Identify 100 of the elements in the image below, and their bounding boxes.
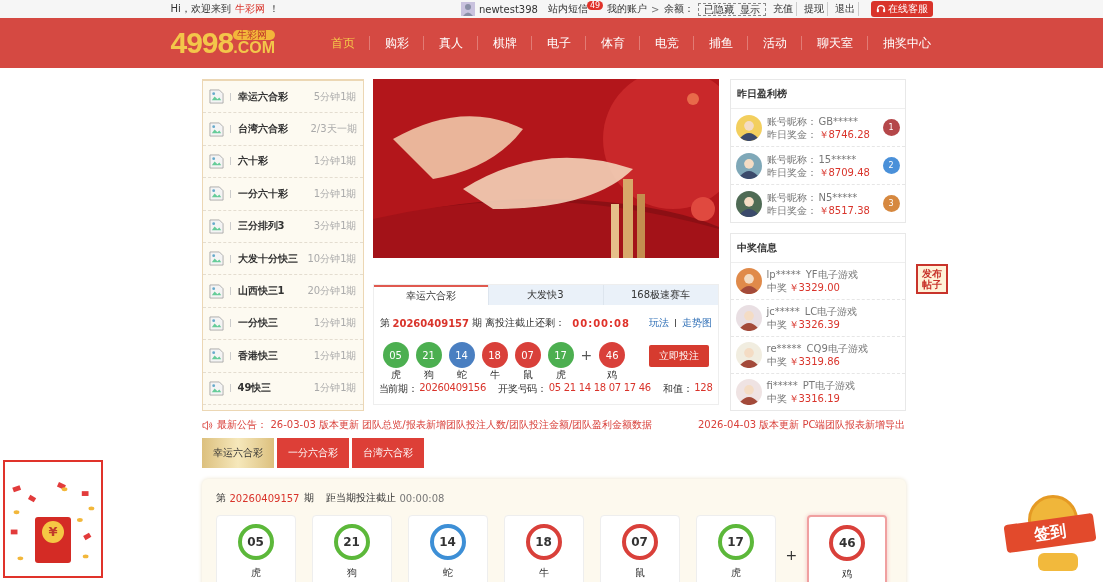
prize-label: 昨日奖金：	[766, 166, 817, 178]
nickname-label: 账号昵称：	[766, 191, 817, 203]
lottery-name[interactable]: 一分六十彩	[237, 186, 314, 201]
lottery-name[interactable]: 49快三	[237, 381, 314, 396]
lottery-tab[interactable]: 大发快3	[487, 285, 603, 305]
lottery-ball: 05	[382, 342, 409, 368]
lottery-ball: 17	[547, 342, 574, 368]
headset-icon	[875, 4, 886, 14]
bet-now-button[interactable]: 立即投注	[648, 345, 709, 367]
account-action-link[interactable]: 提现	[800, 2, 828, 16]
lottery-period: 10分钟1期	[307, 251, 357, 266]
avatar-icon	[735, 305, 762, 331]
lottery-name[interactable]: 大发十分快三	[237, 251, 308, 266]
sum-value: 128	[694, 382, 713, 395]
broken-image-icon	[208, 283, 224, 299]
nav-item[interactable]: 电子	[544, 34, 573, 52]
account-action-link[interactable]: 充值	[769, 2, 797, 16]
broken-image-icon	[208, 121, 224, 137]
rank-badge: 1	[882, 119, 900, 136]
issue-number: 20260409157	[392, 317, 470, 329]
online-service-button[interactable]: 在线客服	[870, 1, 933, 17]
message-count-badge: 49	[586, 0, 604, 10]
nav-item[interactable]: 抽奖中心	[880, 34, 933, 52]
zodiac-label: 狗	[423, 369, 434, 380]
nav-item[interactable]: 棋牌	[490, 34, 519, 52]
issue-suffix: 期	[303, 491, 314, 505]
zodiac-label: 虎	[730, 566, 741, 580]
nav-item[interactable]: 真人	[436, 34, 465, 52]
notice-text[interactable]: 26-03-03 版本更新 团队总览/报表新增团队投注人数/团队投注金额/团队盈利金额数据	[270, 418, 653, 432]
nav-item[interactable]: 捕鱼	[706, 34, 735, 52]
winner-name: fi*****	[766, 380, 798, 391]
countdown: 00:00:08	[399, 492, 445, 504]
lottery-ball: 14	[448, 342, 475, 368]
lottery-ball: 18	[525, 524, 562, 560]
win-label: 中奖	[766, 282, 787, 293]
notice-text[interactable]: 2026-04-03 版本更新 PC端团队报表新增导出	[698, 418, 906, 432]
envelope-widget[interactable]: ¥	[3, 460, 103, 578]
lottery-ball: 17	[717, 524, 754, 560]
lottery-name[interactable]: 一分快三	[237, 316, 314, 331]
broken-image-icon	[208, 251, 224, 267]
lottery-period: 3分钟1期	[313, 219, 357, 234]
username[interactable]: newtest398	[478, 3, 538, 15]
lottery-name[interactable]: 香港快三	[237, 348, 314, 363]
broken-image-icon	[208, 380, 224, 396]
lottery-ball: 21	[333, 524, 370, 560]
lottery-period: 1分钟1期	[313, 348, 357, 363]
win-amount: ￥3326.39	[788, 319, 840, 330]
account-link[interactable]: 我的账户	[607, 2, 648, 16]
lottery-name[interactable]: 幸运六合彩	[237, 89, 314, 104]
issue-prefix: 第	[215, 491, 226, 505]
post-sticker[interactable]: 发布帖子	[916, 264, 948, 294]
lottery-name[interactable]: 三分排列3	[237, 219, 314, 234]
panel-link[interactable]: 玩法	[648, 316, 669, 330]
result-numbers: 05 21 14 18 07 17 46	[548, 382, 651, 395]
issue-number: 20260409157	[229, 492, 300, 504]
nav-item[interactable]: 活动	[760, 34, 789, 52]
nickname: 15*****	[818, 153, 857, 165]
nickname: N5*****	[818, 191, 858, 203]
messages-link[interactable]: 站内短信	[547, 2, 588, 16]
game-tab[interactable]: 幸运六合彩	[201, 438, 274, 468]
nav-item[interactable]: 购彩	[382, 34, 411, 52]
zodiac-label: 鸡	[607, 369, 618, 380]
account-action-link[interactable]: 退出	[831, 2, 859, 16]
win-amount: ￥3316.19	[788, 393, 840, 404]
lottery-name[interactable]: 山西快三1	[237, 284, 308, 299]
special-ball: 46	[829, 525, 866, 561]
broken-image-icon	[208, 315, 224, 331]
deadline-label: 距当期投注截止	[325, 491, 396, 505]
site-link[interactable]: 牛彩网	[234, 2, 265, 16]
lottery-name[interactable]: 台湾六合彩	[237, 122, 311, 137]
game-name: YF电子游戏	[805, 269, 858, 280]
user-avatar-icon	[460, 2, 475, 16]
balance-field: 已隐藏 显示	[697, 2, 766, 16]
prize-amount: ￥8517.38	[818, 204, 870, 216]
nav-item[interactable]: 体育	[598, 34, 627, 52]
winner-name: re*****	[766, 343, 802, 354]
game-name: PT电子游戏	[802, 380, 855, 391]
deadline-label: 期 离投注截止还剩：	[472, 316, 566, 330]
lottery-name[interactable]: 六十彩	[237, 154, 314, 169]
avatar-icon	[735, 114, 762, 141]
zodiac-label: 牛	[489, 369, 500, 380]
zodiac-label: 虎	[390, 369, 401, 380]
panel-link[interactable]: 走势图	[681, 316, 712, 330]
nav-item[interactable]: 聊天室	[814, 34, 855, 52]
notice-label: 最新公告：	[216, 418, 267, 432]
game-tab[interactable]: 一分六合彩	[276, 438, 349, 468]
game-tab[interactable]: 台湾六合彩	[351, 438, 424, 468]
nav-item[interactable]: 电竞	[652, 34, 681, 52]
lottery-ball: 18	[481, 342, 508, 368]
lottery-tab[interactable]: 168极速赛车	[602, 285, 718, 305]
nav-item[interactable]: 首页	[328, 34, 357, 52]
nickname: GB*****	[818, 115, 859, 127]
zodiac-label: 鼠	[522, 369, 533, 380]
zodiac-label: 虎	[555, 369, 566, 380]
lottery-period: 1分钟1期	[313, 154, 357, 169]
lottery-period: 1分钟1期	[313, 316, 357, 331]
account-arrow: >	[651, 3, 660, 15]
countdown: 00:00:08	[572, 317, 630, 329]
current-issue: 20260409156	[419, 382, 486, 395]
prize-label: 昨日奖金：	[766, 128, 817, 140]
